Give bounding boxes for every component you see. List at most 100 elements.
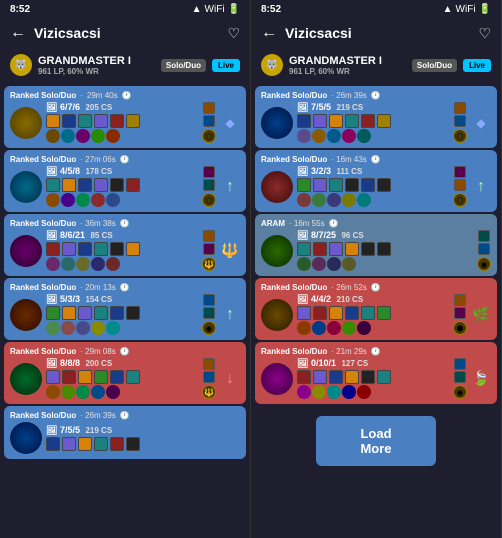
match-duration: 29m 40s — [87, 91, 118, 100]
match-duration: · 36m 38s — [80, 219, 116, 228]
mini-champ — [312, 257, 326, 271]
mini-champ — [327, 257, 341, 271]
right-player-info: 🐺 GRANDMASTER I 961 LP, 60% WR Solo/Duo … — [251, 48, 501, 82]
kda-icon: 🖼 — [46, 294, 60, 304]
heart-button[interactable]: ♡ — [227, 25, 240, 42]
match-card[interactable]: Ranked Solo/Duo · 29m 08s 🕐 🖼 8/8/8 200 … — [4, 342, 246, 404]
item-slot — [78, 114, 92, 128]
match-card[interactable]: Ranked Solo/Duo · 20m 13s 🕐 🖼 5/3/3 154 … — [4, 278, 246, 340]
arrow-up-icon: ↑ — [226, 178, 234, 196]
kda-display: 🖼 0/10/1 127 CS — [297, 358, 449, 369]
cs-value: 219 CS — [85, 426, 112, 435]
match-duration: · 21m 29s — [331, 347, 367, 356]
heart-button[interactable]: ♡ — [478, 25, 491, 42]
item-slot — [297, 178, 311, 192]
kda-value: 6/7/6 — [60, 102, 80, 112]
match-card[interactable]: Ranked Solo/Duo · 21m 29s 🕐 🖼 0/10/1 127… — [255, 342, 497, 404]
kda-icon: 🖼 — [46, 166, 60, 176]
item-slot — [110, 306, 124, 320]
match-card[interactable]: ARAM · 16m 55s 🕐 🖼 8/7/25 96 CS — [255, 214, 497, 276]
diamond-icon: ◆ — [225, 116, 234, 130]
match-card[interactable]: Ranked Solo/Duo · 26m 52s 🕐 🖼 4/4/2 210 … — [255, 278, 497, 340]
champion-icon — [10, 107, 42, 139]
kda-display: 🖼 3/2/3 111 CS — [297, 166, 449, 177]
mini-champs-row — [46, 385, 198, 399]
item-slot — [78, 306, 92, 320]
match-body: 🖼 5/3/3 154 CS — [10, 294, 240, 335]
match-card[interactable]: Ranked Solo/Duo · 16m 43s 🕐 🖼 3/2/3 111 … — [255, 150, 497, 212]
cs-value: 200 CS — [85, 359, 112, 368]
mini-champ — [327, 129, 341, 143]
item-slot — [361, 178, 375, 192]
spell-slot — [454, 115, 466, 127]
match-body: 🖼 4/4/2 210 CS — [261, 294, 491, 335]
result-indicator: ↓ — [220, 369, 240, 389]
mini-champ — [312, 321, 326, 335]
match-stats: 🖼 3/2/3 111 CS — [297, 166, 449, 207]
wifi-icon: WiFi — [456, 4, 476, 15]
clock-icon: 🕐 — [329, 219, 339, 228]
match-side: ◉ — [477, 230, 491, 271]
match-duration: · 20m 13s — [80, 283, 116, 292]
mini-champ — [312, 193, 326, 207]
mini-champs-row — [297, 321, 449, 335]
clock-icon: 🕐 — [371, 347, 381, 356]
mini-champ — [76, 129, 90, 143]
wifi-icon: WiFi — [205, 4, 225, 15]
mini-champ — [297, 257, 311, 271]
kda-value: 3/2/3 — [311, 166, 331, 176]
match-card[interactable]: Ranked Solo/Duo · 29m 40s 🕐 🖼 6/7/6 205 … — [4, 86, 246, 148]
arrow-up-icon: ↑ — [226, 306, 234, 324]
item-slot — [313, 114, 327, 128]
champion-icon — [261, 171, 293, 203]
item-slot — [126, 370, 140, 384]
summoner-spells — [203, 294, 215, 319]
items-row — [46, 437, 240, 451]
mini-champ — [46, 257, 60, 271]
match-card[interactable]: Ranked Solo/Duo · 27m 06s 🕐 🖼 4/5/8 178 … — [4, 150, 246, 212]
item-slot — [94, 370, 108, 384]
cs-value: 205 CS — [85, 103, 112, 112]
spell-slot — [454, 358, 466, 370]
spell-slot — [454, 294, 466, 306]
kda-value: 8/7/25 — [311, 230, 336, 240]
back-button[interactable]: ← — [261, 24, 277, 42]
spell-slot — [203, 371, 215, 383]
rune-icon: 🔱 — [202, 385, 216, 399]
mini-champ — [327, 321, 341, 335]
clock-icon: 🕐 — [120, 155, 130, 164]
spell-slot — [454, 102, 466, 114]
item-slot — [313, 178, 327, 192]
back-button[interactable]: ← — [10, 24, 26, 42]
spell-slot — [478, 243, 490, 255]
mini-champs-row — [46, 193, 198, 207]
summoner-spells — [478, 230, 490, 255]
summoner-spells — [203, 166, 215, 191]
match-body: 🖼 8/8/8 200 CS — [10, 358, 240, 399]
mini-champ — [106, 321, 120, 335]
match-body: 🖼 8/6/21 85 CS — [10, 230, 240, 271]
kda-display: 🖼 6/7/6 205 CS — [46, 102, 198, 113]
match-card[interactable]: Ranked Solo/Duo · 36m 38s 🕐 🖼 8/6/21 85 … — [4, 214, 246, 276]
match-card[interactable]: Ranked Solo/Duo · 26m 39s 🕐 🖼 7/5/5 219 … — [255, 86, 497, 148]
queue-badge: Solo/Duo — [412, 59, 457, 72]
match-body: 🖼 6/7/6 205 CS — [10, 102, 240, 143]
kda-value: 4/4/2 — [311, 294, 331, 304]
item-slot — [297, 370, 311, 384]
match-card[interactable]: Ranked Solo/Duo · 26m 39s 🕐 🖼 7/5/5 219 … — [4, 406, 246, 459]
match-type: ARAM — [261, 219, 285, 228]
load-more-button[interactable]: Load More — [316, 416, 436, 466]
left-page-title: Vizicsacsi — [34, 25, 219, 41]
kills: 🖼 — [46, 102, 60, 112]
live-badge: Live — [212, 59, 240, 72]
match-header: Ranked Solo/Duo · 21m 29s 🕐 — [261, 347, 491, 356]
match-duration: · 26m 39s — [80, 411, 116, 420]
clock-icon: 🕐 — [371, 155, 381, 164]
items-row — [46, 370, 198, 384]
cs-value: 96 CS — [341, 231, 363, 240]
mini-champ — [342, 129, 356, 143]
right-status-icons: ▲ WiFi 🔋 — [443, 4, 491, 15]
match-side: ⬡ — [453, 102, 467, 143]
battery-icon: 🔋 — [228, 4, 240, 15]
clock-icon: 🕐 — [371, 283, 381, 292]
